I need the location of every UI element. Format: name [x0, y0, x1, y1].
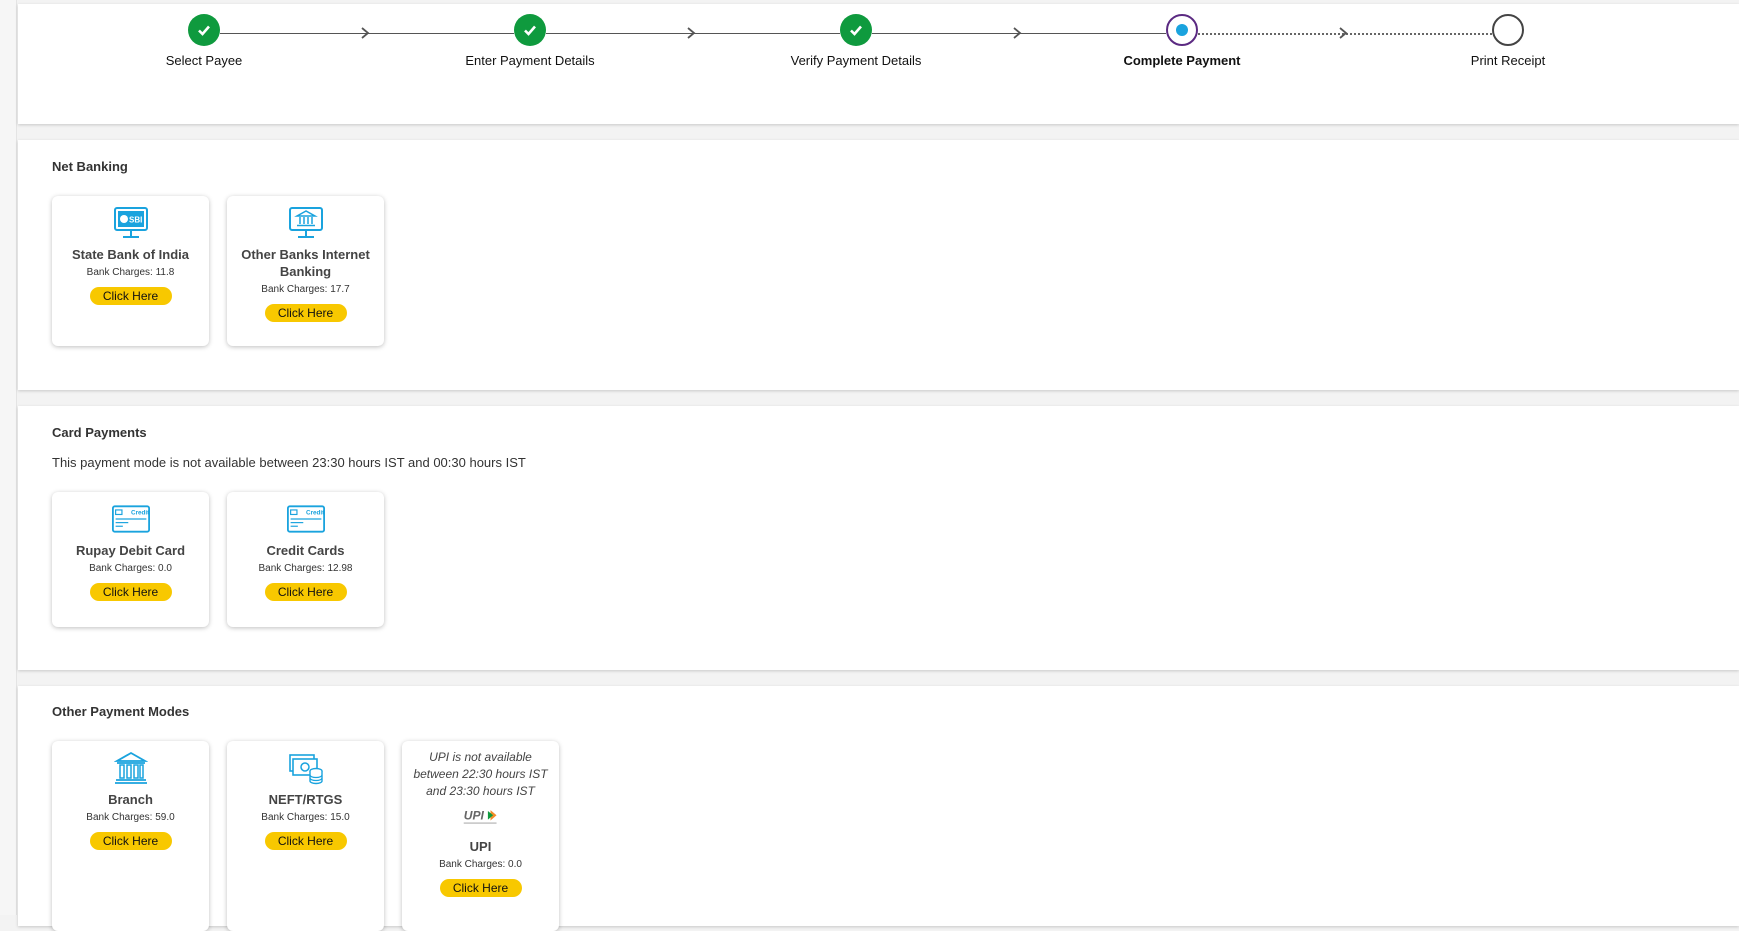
step-verify-payment-details: Verify Payment Details	[756, 14, 956, 68]
net-banking-section: Net Banking SBI State Bank of India Bank…	[18, 140, 1739, 390]
bank-building-icon	[112, 751, 150, 785]
step-label: Enter Payment Details	[465, 53, 595, 68]
bank-charges: Bank Charges: 11.8	[86, 267, 175, 278]
card-name: State Bank of India	[71, 247, 190, 262]
credit-card-icon: Credit	[286, 502, 325, 536]
current-step-icon	[1166, 14, 1198, 46]
click-here-button[interactable]: Click Here	[89, 287, 172, 305]
step-label: Verify Payment Details	[790, 53, 922, 68]
payment-stepper: Select Payee Enter Payment Details Verif…	[18, 4, 1739, 124]
chevron-right-icon	[687, 27, 696, 39]
card-name: Branch	[108, 792, 153, 807]
step-complete-payment: Complete Payment	[1082, 14, 1282, 68]
section-title: Other Payment Modes	[52, 704, 190, 719]
left-sidebar-strip	[0, 0, 17, 915]
card-name: Credit Cards	[266, 543, 345, 558]
sbi-monitor-icon: SBI	[112, 206, 150, 240]
bank-charges: Bank Charges: 59.0	[86, 812, 175, 823]
chevron-right-icon	[1339, 27, 1348, 39]
step-label: Print Receipt	[1470, 53, 1546, 68]
card-name: Rupay Debit Card	[75, 543, 186, 558]
step-label: Complete Payment	[1123, 53, 1241, 68]
svg-text:SBI: SBI	[129, 216, 142, 225]
upi-logo-icon: UPI	[462, 806, 500, 828]
chevron-right-icon	[361, 27, 370, 39]
svg-text:UPI: UPI	[463, 809, 484, 823]
availability-notice: This payment mode is not available betwe…	[52, 455, 526, 470]
payment-card-sbi: SBI State Bank of India Bank Charges: 11…	[52, 196, 209, 346]
card-name: Other Banks Internet Banking	[241, 247, 370, 279]
cash-coins-icon	[287, 751, 325, 785]
step-label: Select Payee	[165, 53, 243, 68]
payment-card-rupay: Credit Rupay Debit Card Bank Charges: 0.…	[52, 492, 209, 627]
step-print-receipt: Print Receipt	[1408, 14, 1608, 68]
payment-card-credit-cards: Credit Credit Cards Bank Charges: 12.98 …	[227, 492, 384, 627]
credit-card-icon: Credit	[111, 502, 150, 536]
check-icon	[188, 14, 220, 46]
bank-charges: Bank Charges: 12.98	[258, 563, 353, 574]
click-here-button[interactable]: Click Here	[439, 879, 522, 897]
chevron-right-icon	[1013, 27, 1022, 39]
other-payment-modes-section: Other Payment Modes Branch Bank Charges:…	[18, 686, 1739, 931]
section-title: Card Payments	[52, 425, 147, 440]
click-here-button[interactable]: Click Here	[264, 583, 347, 601]
section-title: Net Banking	[52, 159, 128, 174]
card-name: UPI	[469, 839, 492, 854]
card-name: NEFT/RTGS	[268, 792, 343, 807]
payment-card-upi: UPI is not available between 22:30 hours…	[402, 741, 559, 931]
step-enter-payment-details: Enter Payment Details	[430, 14, 630, 68]
upi-availability-note: UPI is not available between 22:30 hours…	[413, 750, 548, 798]
bank-charges: Bank Charges: 15.0	[261, 812, 350, 823]
click-here-button[interactable]: Click Here	[264, 304, 347, 322]
click-here-button[interactable]: Click Here	[264, 832, 347, 850]
svg-text:Credit: Credit	[131, 509, 150, 516]
payment-card-neft-rtgs: NEFT/RTGS Bank Charges: 15.0 Click Here	[227, 741, 384, 931]
pending-step-icon	[1492, 14, 1524, 46]
card-payments-section: Card Payments This payment mode is not a…	[18, 406, 1739, 670]
click-here-button[interactable]: Click Here	[89, 832, 172, 850]
bank-charges: Bank Charges: 0.0	[439, 859, 522, 870]
payment-card-branch: Branch Bank Charges: 59.0 Click Here	[52, 741, 209, 931]
svg-text:Credit: Credit	[306, 509, 325, 516]
payment-card-other-banks: Other Banks Internet Banking Bank Charge…	[227, 196, 384, 346]
step-select-payee: Select Payee	[104, 14, 304, 68]
check-icon	[514, 14, 546, 46]
check-icon	[840, 14, 872, 46]
bank-charges: Bank Charges: 17.7	[261, 284, 350, 295]
bank-charges: Bank Charges: 0.0	[89, 563, 172, 574]
click-here-button[interactable]: Click Here	[89, 583, 172, 601]
bank-monitor-icon	[287, 206, 325, 240]
